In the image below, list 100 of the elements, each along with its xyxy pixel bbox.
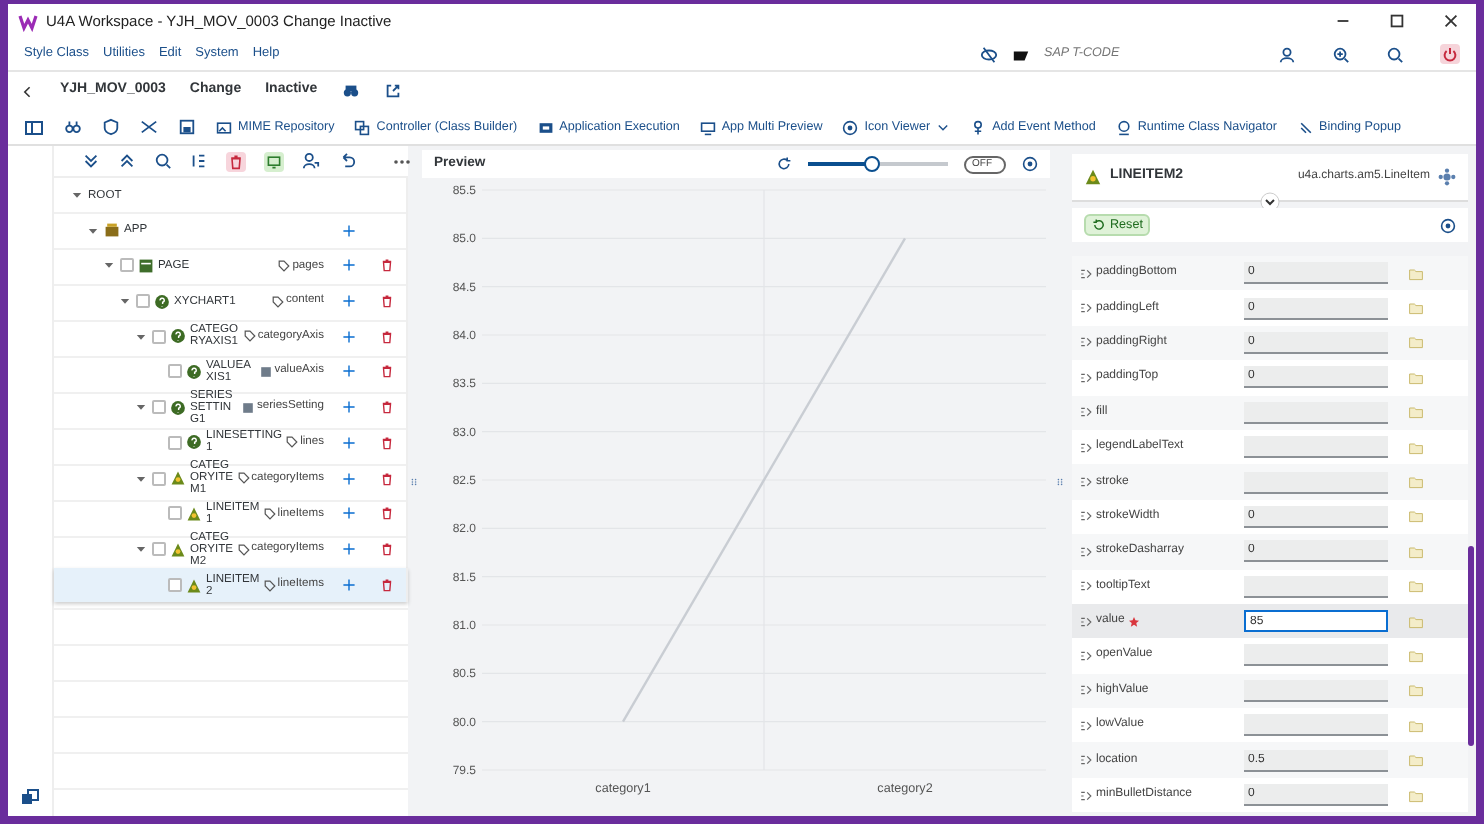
gift-icon bbox=[104, 222, 120, 239]
tag-icon bbox=[237, 543, 250, 556]
scrollbar[interactable] bbox=[1468, 546, 1474, 746]
help-circle-icon bbox=[170, 399, 186, 416]
add-icon[interactable] bbox=[342, 435, 356, 450]
monitor-icon bbox=[699, 119, 716, 135]
property-field[interactable] bbox=[1244, 436, 1388, 459]
add-icon[interactable] bbox=[342, 364, 356, 379]
property-field[interactable] bbox=[1244, 644, 1388, 667]
help-circle-icon bbox=[170, 328, 186, 345]
add-icon[interactable] bbox=[342, 471, 356, 486]
binding-icon bbox=[1080, 476, 1092, 489]
save-icon[interactable] bbox=[178, 118, 196, 136]
expand-all-icon[interactable] bbox=[82, 152, 100, 170]
caret-icon[interactable] bbox=[86, 223, 100, 238]
user-icon[interactable] bbox=[302, 152, 320, 170]
power-icon[interactable] bbox=[1440, 44, 1460, 64]
property-field[interactable] bbox=[1244, 401, 1388, 424]
add-icon[interactable] bbox=[342, 329, 356, 344]
square-icon bbox=[242, 401, 255, 414]
add-icon[interactable] bbox=[342, 578, 356, 593]
slider-thumb[interactable] bbox=[863, 156, 879, 172]
add-icon[interactable] bbox=[342, 294, 356, 309]
search-icon[interactable] bbox=[154, 152, 172, 170]
tree-checkbox[interactable] bbox=[168, 506, 182, 521]
collapse-all-icon[interactable] bbox=[118, 152, 136, 170]
hidden-eye-icon[interactable] bbox=[980, 45, 998, 63]
property-field[interactable] bbox=[1244, 679, 1388, 702]
image-icon bbox=[216, 119, 232, 135]
caret-icon[interactable] bbox=[118, 294, 132, 309]
copy-icon[interactable] bbox=[20, 788, 40, 808]
tree-checkbox[interactable] bbox=[168, 578, 182, 593]
caret-icon[interactable] bbox=[134, 471, 148, 486]
add-icon[interactable] bbox=[342, 258, 356, 273]
maximize-icon[interactable] bbox=[1388, 12, 1406, 30]
shield-icon[interactable] bbox=[102, 118, 120, 136]
tag-icon bbox=[263, 579, 276, 592]
caret-icon[interactable] bbox=[70, 188, 84, 203]
binding-icon bbox=[1080, 684, 1092, 697]
add-icon[interactable] bbox=[342, 542, 356, 557]
undo-icon[interactable] bbox=[338, 152, 356, 170]
binding-icon bbox=[1080, 267, 1092, 280]
tree-checkbox[interactable] bbox=[120, 258, 134, 273]
property-field[interactable] bbox=[1244, 714, 1388, 737]
glasses-icon[interactable] bbox=[64, 118, 82, 136]
binding-icon bbox=[1080, 441, 1092, 454]
zoom-in-icon[interactable] bbox=[1332, 45, 1350, 63]
add-icon[interactable] bbox=[342, 400, 356, 415]
tree-checkbox[interactable] bbox=[168, 364, 182, 379]
refresh-icon[interactable] bbox=[776, 156, 792, 172]
triangle-icon bbox=[170, 541, 186, 558]
window-icon bbox=[537, 119, 554, 135]
binding-icon bbox=[1080, 336, 1092, 349]
back-icon[interactable] bbox=[20, 83, 36, 99]
add-icon[interactable] bbox=[342, 223, 356, 238]
property-field[interactable] bbox=[1244, 575, 1388, 598]
add-icon[interactable] bbox=[342, 506, 356, 521]
delete-icon[interactable] bbox=[380, 258, 394, 273]
caret-icon[interactable] bbox=[102, 258, 116, 273]
user-settings-icon[interactable] bbox=[1278, 45, 1296, 63]
property-field[interactable] bbox=[1244, 471, 1388, 494]
binding-icon bbox=[1080, 615, 1092, 628]
close-icon[interactable] bbox=[1442, 12, 1460, 30]
help-circle-icon bbox=[186, 363, 202, 380]
delete-icon[interactable] bbox=[380, 294, 394, 309]
external-link-icon[interactable] bbox=[383, 82, 402, 100]
tag-icon bbox=[243, 330, 256, 343]
screen-icon[interactable] bbox=[264, 151, 284, 171]
binding-icon bbox=[1080, 580, 1092, 593]
caret-icon[interactable] bbox=[134, 542, 148, 557]
tree-checkbox[interactable] bbox=[152, 329, 166, 344]
tree-checkbox[interactable] bbox=[152, 542, 166, 557]
binoculars-icon[interactable] bbox=[341, 82, 360, 100]
panel-icon[interactable] bbox=[24, 117, 44, 137]
delete-icon[interactable] bbox=[380, 329, 394, 344]
delete-icon[interactable] bbox=[380, 364, 394, 379]
list-icon[interactable] bbox=[190, 152, 208, 170]
tree-checkbox[interactable] bbox=[136, 294, 150, 309]
delete-icon[interactable] bbox=[380, 506, 394, 521]
tag-icon bbox=[286, 436, 299, 449]
delete-icon[interactable] bbox=[226, 151, 246, 171]
app-logo-icon bbox=[18, 11, 38, 31]
help-circle-icon bbox=[186, 434, 202, 451]
delete-icon[interactable] bbox=[380, 578, 394, 593]
tree-checkbox[interactable] bbox=[152, 471, 166, 486]
caret-icon[interactable] bbox=[134, 400, 148, 415]
help-circle-icon bbox=[154, 293, 170, 310]
delete-icon[interactable] bbox=[380, 435, 394, 450]
triangle-icon bbox=[186, 577, 202, 594]
tree-checkbox[interactable] bbox=[168, 435, 182, 450]
flag-icon bbox=[1012, 45, 1030, 63]
caret-icon[interactable] bbox=[134, 329, 148, 344]
tree-checkbox[interactable] bbox=[152, 400, 166, 415]
delete-icon[interactable] bbox=[380, 471, 394, 486]
delete-icon[interactable] bbox=[380, 400, 394, 415]
binding-icon bbox=[1080, 754, 1092, 767]
target-icon bbox=[842, 119, 859, 135]
delete-icon[interactable] bbox=[380, 542, 394, 557]
search-icon[interactable] bbox=[1386, 45, 1404, 63]
network-icon[interactable] bbox=[1438, 168, 1456, 186]
